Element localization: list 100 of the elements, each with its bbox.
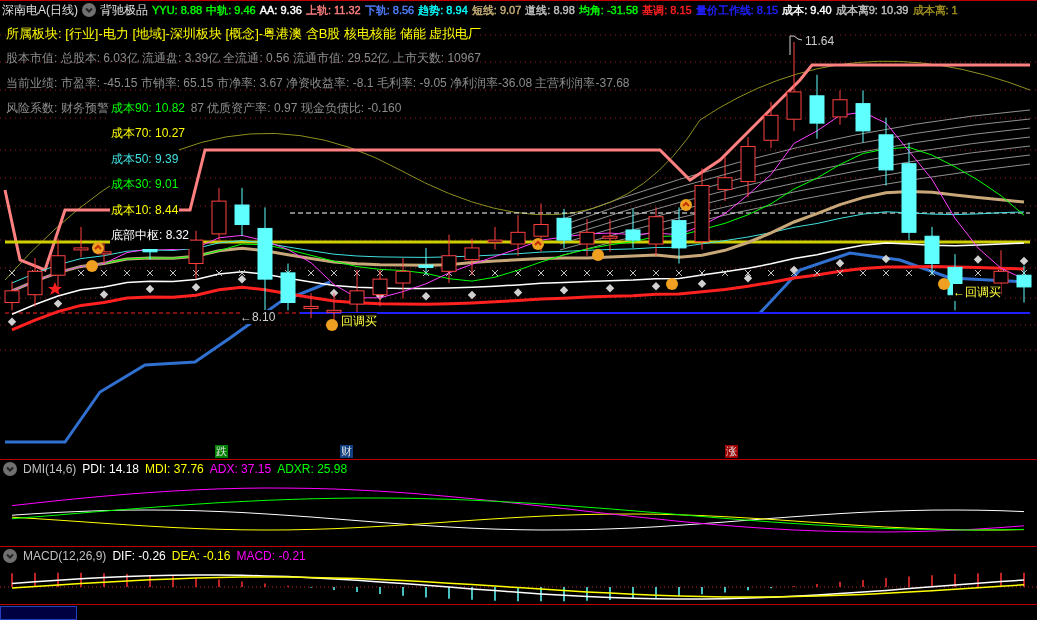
coin-icon	[532, 237, 544, 250]
indicator-value: DEA: -0.16	[171, 549, 231, 564]
diamond-marker	[605, 284, 615, 293]
candlestick	[855, 89, 871, 144]
indicator-value: 成本离: 1	[912, 2, 958, 18]
indicator-value: 量价工作线: 8.15	[695, 2, 779, 18]
cross-marker	[767, 269, 775, 277]
candlestick	[878, 117, 894, 186]
price-label: ←8.10	[240, 309, 276, 324]
diamond-marker	[513, 288, 523, 297]
diamond-marker	[1019, 256, 1029, 266]
indicator-name: 背驰极品	[100, 1, 148, 19]
diamond-marker	[559, 285, 569, 295]
candlestick	[717, 156, 733, 202]
diamond-marker	[7, 317, 17, 326]
dropdown-icon[interactable]	[3, 549, 17, 564]
indicator-value: 下轨: 8.56	[364, 2, 415, 18]
stock-title: 深南电A(日线)	[2, 1, 78, 19]
cross-marker	[422, 269, 430, 277]
sector-text: 所属板块: [行业]-电力 [地域]-深圳板块 [概念]-粤港澳 含B股 核电核能 储能 虚拟电厂	[6, 24, 482, 43]
candlestick	[809, 74, 825, 140]
cross-marker	[629, 269, 637, 277]
cross-marker	[560, 269, 568, 277]
panel-title: DMI(14,6)	[23, 462, 77, 477]
cross-marker	[974, 269, 982, 277]
candlestick	[510, 214, 526, 257]
indicator-value: 成本离9: 10.39	[835, 2, 909, 18]
diamond-marker	[145, 284, 155, 294]
info-text: 股本市值: 总股本: 6.03亿 流通盘: 3.39亿 全流通: 0.56 流通市值: 29.52亿 上市天数: 10967	[6, 49, 481, 67]
cross-marker	[514, 269, 522, 277]
candlestick	[763, 101, 779, 149]
cross-marker	[123, 269, 131, 277]
cross-marker	[905, 269, 913, 277]
cross-marker	[8, 269, 16, 277]
diamond-marker	[237, 274, 247, 284]
indicator-value: 趋势: 8.94	[418, 2, 468, 18]
candlestick	[73, 226, 89, 258]
cross-marker	[169, 269, 177, 277]
cross-marker	[192, 269, 200, 277]
candlestick	[395, 257, 411, 300]
indicator-value: ADXR: 25.98	[277, 462, 348, 477]
indicator-value: 均角: -31.58	[578, 2, 639, 18]
candlestick	[464, 238, 480, 276]
cross-marker	[675, 269, 683, 277]
cross-marker	[537, 269, 545, 277]
diamond-marker	[53, 299, 63, 308]
candlestick	[671, 206, 687, 264]
candlestick	[602, 218, 618, 253]
diamond-marker	[973, 255, 983, 264]
dropdown-icon[interactable]	[82, 3, 96, 18]
diamond-marker	[743, 274, 753, 283]
indicator-value: 短线: 9.07	[471, 2, 522, 18]
event-marker[interactable]: 涨	[725, 445, 738, 459]
cross-marker	[146, 269, 154, 277]
cross-marker	[721, 269, 729, 277]
indicator-value: 道线: 8.98	[525, 2, 575, 18]
indicator-value: PDI: 14.18	[82, 462, 140, 477]
cross-marker	[353, 269, 361, 277]
candlestick	[27, 257, 43, 307]
cross-marker	[238, 269, 246, 277]
price-label: 11.64	[805, 33, 835, 48]
cross-marker	[376, 269, 384, 277]
candlestick	[234, 187, 250, 237]
event-marker[interactable]: 财	[340, 445, 353, 459]
candlestick	[280, 262, 296, 311]
indicator-value: DIF: -0.26	[112, 549, 166, 564]
coin-icon	[592, 248, 604, 261]
candlestick	[625, 208, 641, 249]
candlestick	[211, 187, 227, 243]
candlestick	[832, 89, 848, 126]
event-marker[interactable]: 跌	[215, 445, 228, 459]
risk-text: 风险系数: 财务预警	[6, 99, 109, 117]
cross-marker	[928, 269, 936, 277]
diamond-marker	[421, 291, 431, 301]
candlestick	[740, 136, 756, 198]
indicator-value: 基调: 8.15	[642, 2, 692, 18]
star-icon	[48, 281, 62, 295]
dropdown-icon[interactable]	[3, 462, 17, 477]
cross-marker	[307, 269, 315, 277]
coin-icon	[938, 277, 950, 290]
cross-marker	[859, 269, 867, 277]
candlestick	[924, 226, 940, 276]
diamond-marker	[881, 254, 891, 264]
indicator-value: MACD: -0.21	[236, 549, 306, 564]
cross-marker	[468, 269, 476, 277]
diamond-marker	[99, 290, 109, 299]
cross-marker	[491, 269, 499, 277]
candlestick	[533, 202, 549, 253]
indicator-value: 中轨: 9.46	[206, 2, 256, 18]
candlestick	[303, 292, 319, 319]
info-text: 当前业绩: 市盈率: -45.15 市销率: 65.15 市净率: 3.67 净资收益率: -8.1 毛利率: -9.05 净利润率-36.08 主营利润率-37.68	[6, 74, 630, 92]
indicator-value: AA: 9.36	[259, 4, 302, 17]
indicator-value: 成本: 9.40	[782, 2, 832, 18]
cross-marker	[698, 269, 706, 277]
coin-icon	[680, 198, 692, 211]
candlestick	[50, 238, 66, 292]
cross-marker	[100, 269, 108, 277]
candlestick	[556, 208, 572, 249]
candlestick	[4, 280, 20, 311]
diamond-marker	[697, 279, 707, 288]
